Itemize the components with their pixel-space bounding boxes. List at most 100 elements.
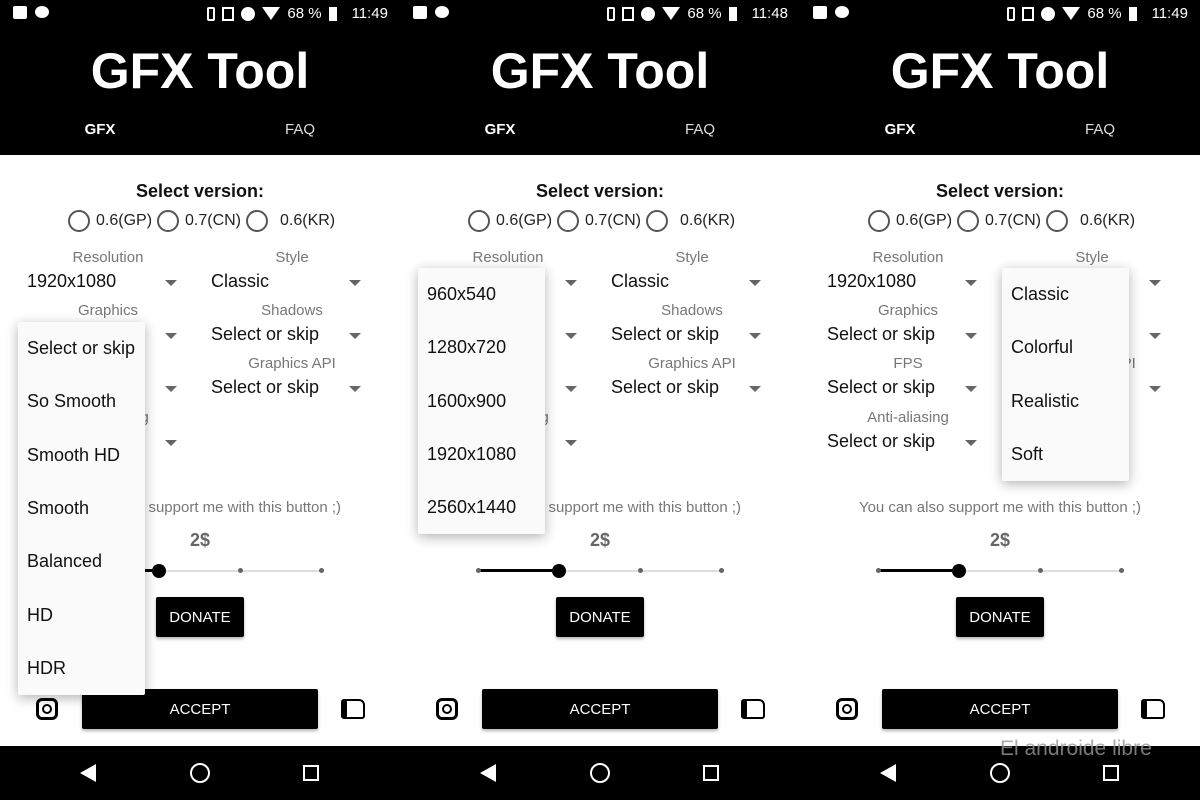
dropdown-arrow-icon[interactable] <box>165 386 177 392</box>
field-select-graphics[interactable]: Select or skip <box>827 324 935 345</box>
home-icon[interactable] <box>990 763 1010 783</box>
dropdown-option[interactable]: Smooth HD <box>18 429 145 482</box>
version-radio[interactable]: 0.7(CN) <box>557 210 641 232</box>
dropdown-arrow-icon[interactable] <box>565 280 577 286</box>
dropdown-arrow-icon[interactable] <box>1149 333 1161 339</box>
dropdown-option[interactable]: 1600x900 <box>418 375 545 428</box>
radio-circle[interactable] <box>157 210 179 232</box>
version-radio[interactable]: 0.6(GP) <box>468 210 552 232</box>
dropdown-option[interactable]: 2560x1440 <box>418 481 545 534</box>
radio-circle[interactable] <box>1046 210 1068 232</box>
thumbs-up-icon[interactable] <box>1141 699 1165 719</box>
slider-step[interactable] <box>476 568 481 573</box>
donate-button[interactable]: DONATE <box>956 597 1044 637</box>
dropdown-option[interactable]: Select or skip <box>18 322 145 375</box>
slider-step[interactable] <box>1119 568 1124 573</box>
dropdown-arrow-icon[interactable] <box>749 280 761 286</box>
dropdown-option[interactable]: 1280x720 <box>418 321 545 374</box>
dropdown-arrow-icon[interactable] <box>565 386 577 392</box>
version-radio[interactable]: 0.7(CN) <box>957 210 1041 232</box>
dropdown-option[interactable]: Smooth <box>18 482 145 535</box>
dropdown-arrow-icon[interactable] <box>1149 386 1161 392</box>
dropdown-arrow-icon[interactable] <box>349 386 361 392</box>
dropdown-arrow-icon[interactable] <box>1149 280 1161 286</box>
dropdown-option[interactable]: HD <box>18 588 145 641</box>
dropdown-arrow-icon[interactable] <box>965 386 977 392</box>
donation-slider-thumb[interactable] <box>152 564 166 578</box>
accept-button[interactable]: ACCEPT <box>482 689 718 729</box>
dropdown-option[interactable]: Realistic <box>1002 375 1129 428</box>
field-select-fps[interactable]: Select or skip <box>827 377 935 398</box>
slider-step[interactable] <box>638 568 643 573</box>
recents-icon[interactable] <box>703 765 719 781</box>
slider-step[interactable] <box>876 568 881 573</box>
dropdown-arrow-icon[interactable] <box>565 440 577 446</box>
slider-step[interactable] <box>719 568 724 573</box>
version-radio[interactable]: 0.7(CN) <box>157 210 241 232</box>
tab-gfx[interactable]: GFX <box>485 121 516 138</box>
dropdown-arrow-icon[interactable] <box>349 280 361 286</box>
tab-gfx[interactable]: GFX <box>885 121 916 138</box>
field-select-anti-aliasing[interactable]: Select or skip <box>827 431 935 452</box>
dropdown-option[interactable]: HDR <box>18 642 145 695</box>
version-radio[interactable]: 0.6(KR) <box>646 210 735 232</box>
dropdown-arrow-icon[interactable] <box>165 280 177 286</box>
field-select-resolution[interactable]: 1920x1080 <box>27 271 116 292</box>
dropdown-option[interactable]: Colorful <box>1002 321 1129 374</box>
tab-faq[interactable]: FAQ <box>1085 121 1115 138</box>
back-icon[interactable] <box>480 764 496 782</box>
tab-faq[interactable]: FAQ <box>285 121 315 138</box>
thumbs-up-icon[interactable] <box>741 699 765 719</box>
radio-circle[interactable] <box>68 210 90 232</box>
field-select-shadows[interactable]: Select or skip <box>211 324 319 345</box>
recents-icon[interactable] <box>303 765 319 781</box>
radio-circle[interactable] <box>246 210 268 232</box>
home-icon[interactable] <box>190 763 210 783</box>
radio-circle[interactable] <box>957 210 979 232</box>
donation-slider-thumb[interactable] <box>952 564 966 578</box>
field-select-style[interactable]: Classic <box>211 271 269 292</box>
donation-slider-thumb[interactable] <box>552 564 566 578</box>
dropdown-arrow-icon[interactable] <box>965 333 977 339</box>
recents-icon[interactable] <box>1103 765 1119 781</box>
donate-button[interactable]: DONATE <box>156 597 244 637</box>
tab-faq[interactable]: FAQ <box>685 121 715 138</box>
dropdown-arrow-icon[interactable] <box>565 333 577 339</box>
field-select-resolution[interactable]: 1920x1080 <box>827 271 916 292</box>
version-radio[interactable]: 0.6(KR) <box>1046 210 1135 232</box>
radio-circle[interactable] <box>557 210 579 232</box>
dropdown-arrow-icon[interactable] <box>349 333 361 339</box>
back-icon[interactable] <box>80 764 96 782</box>
radio-circle[interactable] <box>868 210 890 232</box>
radio-circle[interactable] <box>646 210 668 232</box>
slider-step[interactable] <box>238 568 243 573</box>
radio-circle[interactable] <box>468 210 490 232</box>
dropdown-option[interactable]: Balanced <box>18 535 145 588</box>
dropdown-arrow-icon[interactable] <box>749 386 761 392</box>
dropdown-option[interactable]: Soft <box>1002 428 1129 481</box>
tab-gfx[interactable]: GFX <box>85 121 116 138</box>
field-select-shadows[interactable]: Select or skip <box>611 324 719 345</box>
field-select-graphics-api[interactable]: Select or skip <box>611 377 719 398</box>
donate-button[interactable]: DONATE <box>556 597 644 637</box>
version-radio[interactable]: 0.6(GP) <box>68 210 152 232</box>
slider-step[interactable] <box>319 568 324 573</box>
version-radio[interactable]: 0.6(GP) <box>868 210 952 232</box>
dropdown-arrow-icon[interactable] <box>165 333 177 339</box>
accept-button[interactable]: ACCEPT <box>882 689 1118 729</box>
dropdown-arrow-icon[interactable] <box>965 440 977 446</box>
dropdown-option[interactable]: Classic <box>1002 268 1129 321</box>
back-icon[interactable] <box>880 764 896 782</box>
dropdown-arrow-icon[interactable] <box>165 440 177 446</box>
version-radio[interactable]: 0.6(KR) <box>246 210 335 232</box>
dropdown-arrow-icon[interactable] <box>749 333 761 339</box>
dropdown-option[interactable]: So Smooth <box>18 375 145 428</box>
thumbs-up-icon[interactable] <box>341 699 365 719</box>
dropdown-option[interactable]: 960x540 <box>418 268 545 321</box>
field-select-graphics-api[interactable]: Select or skip <box>211 377 319 398</box>
dropdown-arrow-icon[interactable] <box>965 280 977 286</box>
home-icon[interactable] <box>590 763 610 783</box>
field-select-style[interactable]: Classic <box>611 271 669 292</box>
slider-step[interactable] <box>1038 568 1043 573</box>
dropdown-option[interactable]: 1920x1080 <box>418 428 545 481</box>
